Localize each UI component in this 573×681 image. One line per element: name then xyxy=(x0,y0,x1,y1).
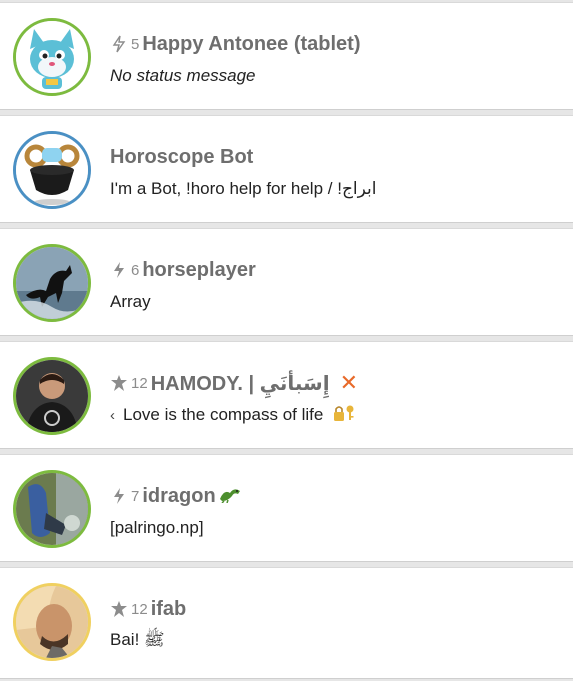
status-message: Love is the compass of life xyxy=(123,405,324,424)
bolt-outline-icon xyxy=(110,35,128,53)
avatar xyxy=(13,470,91,548)
horse-photo-icon xyxy=(16,247,88,319)
status-message: No status message xyxy=(110,66,256,85)
contact-row[interactable]: Horoscope Bot I'm a Bot, !horo help for … xyxy=(0,115,573,223)
contact-row[interactable]: 12 HAMODY. | إِسَبأنَيِ ✕ ‹ Love is the … xyxy=(0,341,573,449)
bolt-icon xyxy=(110,261,128,279)
avatar xyxy=(13,18,91,96)
avatar xyxy=(13,357,91,435)
rank-number: 12 xyxy=(131,374,148,392)
status-message: I'm a Bot, !horo help for help / !ابراج xyxy=(110,179,377,198)
lock-key-icon xyxy=(333,404,355,427)
aries-bot-icon xyxy=(16,134,88,206)
chevron-left-icon: ‹ xyxy=(110,406,115,424)
dragon-icon xyxy=(218,485,242,508)
avatar xyxy=(13,244,91,322)
contact-name: Horoscope Bot xyxy=(110,145,254,168)
status-message: Bai! ﷺ xyxy=(110,629,165,649)
star-icon xyxy=(110,374,128,392)
cat-avatar-icon xyxy=(16,21,88,93)
contact-name: horseplayer xyxy=(142,258,256,281)
contact-row[interactable]: 5 Happy Antonee (tablet) No status messa… xyxy=(0,2,573,110)
contact-name: Happy Antonee (tablet) xyxy=(142,32,361,55)
status-message: Array xyxy=(110,292,151,311)
contact-name: HAMODY. | إِسَبأنَيِ xyxy=(150,372,330,395)
contact-row[interactable]: 12 ifab Bai! ﷺ xyxy=(0,567,573,679)
rank-number: 6 xyxy=(131,261,140,279)
star-icon xyxy=(110,600,128,618)
contact-row[interactable]: 6 horseplayer Array xyxy=(0,228,573,336)
rank-number: 12 xyxy=(131,600,148,618)
bolt-icon xyxy=(110,487,128,505)
person-photo-icon xyxy=(16,473,88,545)
avatar xyxy=(13,583,91,661)
status-message: [palringo.np] xyxy=(110,518,204,537)
person-photo-icon xyxy=(16,360,88,432)
contact-name: idragon xyxy=(142,484,216,507)
rank-number: 7 xyxy=(131,487,140,505)
avatar xyxy=(13,131,91,209)
x-mark-icon: ✕ xyxy=(339,370,359,395)
contact-row[interactable]: 7 idragon [palringo.np] xyxy=(0,454,573,562)
contact-name: ifab xyxy=(150,597,187,620)
rank-number: 5 xyxy=(131,35,140,53)
person-photo-icon xyxy=(16,586,88,658)
